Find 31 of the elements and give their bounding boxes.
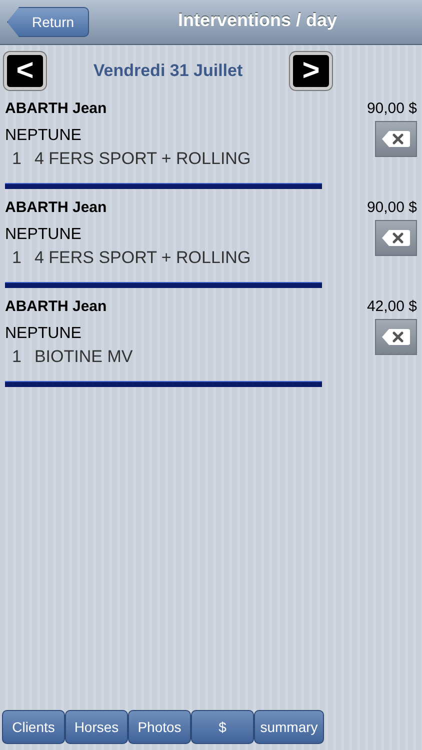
price-label: 90,00 $ [366,100,417,117]
client-name: ABARTH Jean [5,298,107,315]
quantity-label: 1 [12,248,22,268]
product-label: 4 FERS SPORT + ROLLING [34,248,251,268]
horse-name: NEPTUNE [5,325,82,343]
toolbar-button[interactable]: summary [254,710,324,744]
screen-title: Interventions / day [178,10,338,31]
backspace-icon [381,229,411,247]
client-name: ABARTH Jean [5,100,107,117]
previous-day-button[interactable]: < [4,52,46,90]
horse-name: NEPTUNE [5,127,82,145]
toolbar-button[interactable]: Photos [128,710,191,744]
delete-button[interactable] [375,220,417,256]
backspace-icon [381,130,411,148]
toolbar-button[interactable]: Horses [65,710,128,744]
date-label: Vendredi 31 Juillet [92,61,244,81]
horse-name: NEPTUNE [5,226,82,244]
next-day-button[interactable]: > [290,52,332,90]
backspace-icon [381,328,411,346]
product-label: BIOTINE MV [34,347,133,367]
client-name: ABARTH Jean [5,199,107,216]
quantity-label: 1 [12,149,22,169]
return-button[interactable]: Return [7,7,90,37]
delete-button[interactable] [375,319,417,355]
price-label: 42,00 $ [366,298,417,315]
product-label: 4 FERS SPORT + ROLLING [34,149,251,169]
toolbar-button[interactable]: $ [191,710,254,744]
toolbar-button[interactable]: Clients [2,710,65,744]
quantity-label: 1 [12,347,22,367]
delete-button[interactable] [375,121,417,157]
price-label: 90,00 $ [366,199,417,216]
